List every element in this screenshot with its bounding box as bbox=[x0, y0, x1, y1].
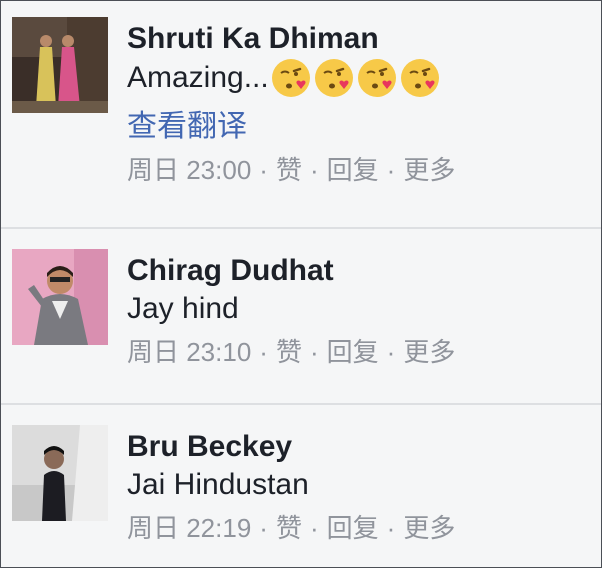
comment-item: Bru Beckey Jai Hindustan 周日 22:19 · 赞 · 回复 · 更… bbox=[1, 405, 601, 567]
comment-time[interactable]: 周日 23:00 bbox=[127, 155, 251, 185]
more-button[interactable]: 更多 bbox=[403, 513, 455, 543]
face-blowing-kiss-icon bbox=[356, 57, 398, 99]
comment-text: Jai Hindustan bbox=[127, 468, 309, 501]
comment-time[interactable]: 周日 23:10 bbox=[127, 337, 251, 367]
meta-separator: · bbox=[259, 337, 268, 367]
comment-author[interactable]: Shruti Ka Dhiman bbox=[127, 21, 593, 57]
comment-meta: 周日 23:00 · 赞 · 回复 · 更多 bbox=[127, 153, 593, 187]
comment-text: Jay hind bbox=[127, 292, 239, 325]
comment-thread: Shruti Ka Dhiman Amazing... 查看翻译 周日 23:0… bbox=[0, 0, 602, 568]
meta-separator: · bbox=[386, 337, 396, 367]
see-translation-link[interactable]: 查看翻译 bbox=[127, 107, 593, 147]
meta-separator: · bbox=[386, 513, 396, 543]
avatar[interactable] bbox=[12, 17, 108, 113]
comment-item: Shruti Ka Dhiman Amazing... 查看翻译 周日 23:0… bbox=[1, 1, 601, 229]
avatar[interactable] bbox=[12, 249, 108, 345]
avatar[interactable] bbox=[12, 425, 108, 521]
like-button[interactable]: 赞 bbox=[276, 337, 302, 367]
comment-text-content: Amazing... bbox=[127, 61, 269, 94]
face-blowing-kiss-icon bbox=[313, 57, 355, 99]
reply-button[interactable]: 回复 bbox=[327, 337, 379, 367]
comment-meta: 周日 23:10 · 赞 · 回复 · 更多 bbox=[127, 335, 593, 369]
face-blowing-kiss-icon bbox=[399, 57, 441, 99]
like-button[interactable]: 赞 bbox=[276, 155, 302, 185]
more-button[interactable]: 更多 bbox=[403, 155, 455, 185]
meta-separator: · bbox=[259, 513, 268, 543]
meta-separator: · bbox=[309, 513, 319, 543]
meta-separator: · bbox=[309, 155, 319, 185]
avatar-photo-icon bbox=[12, 17, 108, 113]
meta-separator: · bbox=[386, 155, 396, 185]
reply-button[interactable]: 回复 bbox=[327, 155, 379, 185]
avatar-photo-icon bbox=[12, 425, 108, 521]
comment-meta: 周日 22:19 · 赞 · 回复 · 更多 bbox=[127, 511, 593, 545]
comment-item: Chirag Dudhat Jay hind 周日 23:10 · 赞 · 回复 · 更多 bbox=[1, 229, 601, 405]
comment-time[interactable]: 周日 22:19 bbox=[127, 513, 251, 543]
like-button[interactable]: 赞 bbox=[276, 513, 302, 543]
reply-button[interactable]: 回复 bbox=[327, 513, 379, 543]
more-button[interactable]: 更多 bbox=[403, 337, 455, 367]
comment-text: Amazing... bbox=[127, 57, 593, 99]
face-blowing-kiss-icon bbox=[270, 57, 312, 99]
comment-author[interactable]: Bru Beckey bbox=[127, 429, 593, 465]
avatar-photo-icon bbox=[12, 249, 108, 345]
meta-separator: · bbox=[309, 337, 319, 367]
comment-author[interactable]: Chirag Dudhat bbox=[127, 253, 593, 289]
meta-separator: · bbox=[259, 155, 268, 185]
